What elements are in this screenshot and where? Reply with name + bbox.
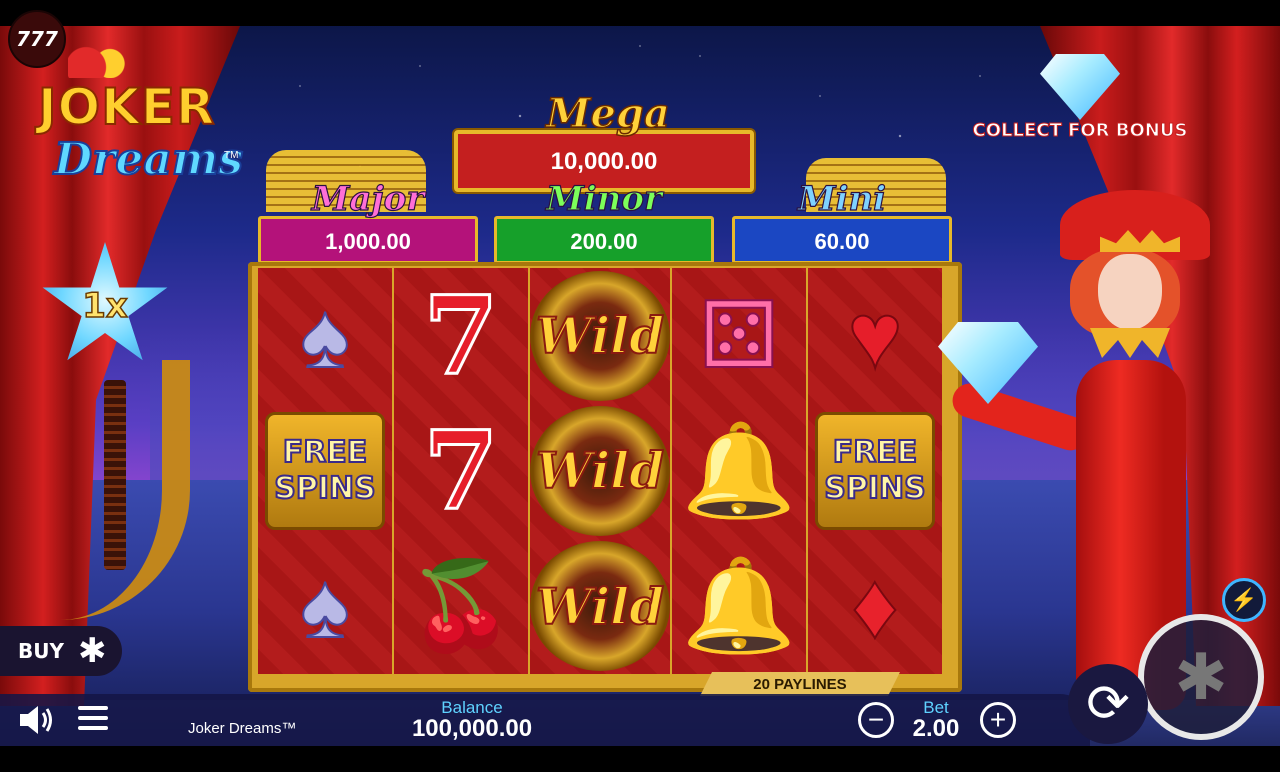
wild-text: Wild (535, 576, 665, 637)
multiplier-value: 1x (81, 285, 128, 327)
sound-icon[interactable] (16, 700, 56, 740)
game-name-label: Joker Dreams™ (188, 720, 297, 737)
jackpot-mega-value: 10,000.00 (550, 148, 658, 175)
reel-grid: ♠ FREE SPINS ♠ 7 7 🍒 Wild Wild Wild ⚄ 🔔 🔔 ♥ FREE SPINS ♦ (258, 268, 942, 674)
bell-icon: 🔔 (681, 419, 798, 522)
bottom-letterbox (0, 746, 1280, 772)
reel-cell: FREE SPINS (808, 403, 942, 538)
free-spins-text-1: FREE (832, 434, 919, 471)
lightning-icon: ⚡ (1230, 587, 1258, 612)
seven-icon: 7 (422, 407, 500, 534)
reel-cell: 7 (394, 403, 528, 538)
jester-face (1098, 254, 1162, 330)
cherry-icon: 🍒 (407, 558, 515, 655)
reel-cell: Wild (530, 539, 670, 674)
jackpot-mini-title: Mini (797, 178, 887, 219)
jester-collar (1090, 328, 1170, 358)
reel-cell: Wild (530, 403, 670, 538)
jackpot-major: Major 1,000.00 (258, 178, 478, 264)
multiplier-star: 1x (40, 242, 170, 372)
provider-badge: 777 (8, 10, 66, 68)
spin-button[interactable]: ✱ (1138, 614, 1264, 740)
free-spins-text-1: FREE (282, 434, 369, 471)
bet-value: 2.00 (912, 715, 960, 742)
bet-decrease-button[interactable]: − (858, 702, 894, 738)
reel-2: 7 7 🍒 (394, 268, 530, 674)
wild-text: Wild (535, 305, 665, 366)
jester-hat-icon (68, 42, 128, 78)
wild-symbol: Wild (530, 270, 670, 401)
reel-3: Wild Wild Wild (530, 268, 672, 674)
spade-icon: ♠ (300, 284, 351, 387)
free-spins-symbol: FREE SPINS (815, 411, 935, 530)
balance-value: 100,000.00 (411, 715, 533, 742)
reel-cell: 🔔 (672, 539, 806, 674)
jackpot-panel: Mega 10,000.00 Major 1,000.00 Minor 200.… (246, 80, 962, 270)
reel-cell: ♥ (808, 268, 942, 403)
game-stage: 777 JOKER Dreams TM 1x BUY ✱ Mega 10,000… (0, 0, 1280, 772)
minus-icon: − (867, 704, 885, 735)
free-spins-symbol: FREE SPINS (265, 411, 385, 530)
provider-badge-text: 777 (16, 27, 58, 51)
collect-bonus-diamond[interactable] (1040, 54, 1120, 120)
wild-symbol: Wild (530, 405, 670, 536)
jackpot-mega-title: Mega (545, 89, 670, 138)
paylines-text: 20 PAYLINES (753, 675, 847, 693)
jackpot-major-value: 1,000.00 (325, 229, 411, 254)
jackpot-minor-title: Minor (545, 178, 662, 219)
menu-icon[interactable] (78, 706, 108, 732)
asterisk-icon: ✱ (77, 632, 107, 670)
wild-symbol: Wild (530, 541, 670, 672)
collect-for-bonus-label: COLLECT FOR BONUS (972, 120, 1188, 142)
spade-icon: ♠ (300, 555, 351, 658)
bet-increase-button[interactable]: + (980, 702, 1016, 738)
bell-icon: 🔔 (681, 555, 798, 658)
reel-cell: 🍒 (394, 539, 528, 674)
free-spins-text-2: SPINS (823, 470, 926, 507)
autoplay-button[interactable]: ⟳ (1068, 664, 1148, 744)
logo-line-joker: JOKER (37, 77, 216, 137)
reel-cell: ♠ (258, 539, 392, 674)
turbo-button[interactable]: ⚡ (1222, 578, 1266, 622)
heart-icon: ♥ (847, 284, 904, 387)
reel-cell: 🔔 (672, 403, 806, 538)
spin-icon: ✱ (1174, 641, 1228, 713)
logo-line-dreams: Dreams (53, 133, 244, 186)
wild-text: Wild (535, 440, 665, 501)
plus-icon: + (989, 704, 1007, 735)
reel-cell: FREE SPINS (258, 403, 392, 538)
reel-5: ♥ FREE SPINS ♦ (808, 268, 942, 674)
seven-icon: 7 (422, 272, 500, 399)
jackpot-mini-value: 60.00 (814, 229, 870, 254)
reel-cell: ⚄ (672, 268, 806, 403)
reel-1: ♠ FREE SPINS ♠ (258, 268, 394, 674)
free-spins-text-2: SPINS (273, 470, 376, 507)
buy-label: BUY (18, 639, 64, 663)
jackpot-minor: Minor 200.00 (494, 178, 714, 264)
reel-cell: 7 (394, 268, 528, 403)
reel-cell: ♠ (258, 268, 392, 403)
refresh-icon: ⟳ (1086, 675, 1130, 733)
jackpot-major-title: Major (311, 178, 425, 219)
game-logo: JOKER Dreams TM (28, 42, 244, 220)
multiplier-meter-track (104, 380, 126, 570)
jackpot-minor-value: 200.00 (570, 229, 638, 254)
reel-4: ⚄ 🔔 🔔 (672, 268, 808, 674)
diamond-icon: ♦ (851, 555, 900, 658)
reel-cell: Wild (530, 268, 670, 403)
buy-feature-button[interactable]: BUY ✱ (0, 626, 122, 676)
dice-icon: ⚄ (698, 284, 780, 387)
logo-trademark: TM (224, 150, 239, 161)
paylines-banner: 20 PAYLINES (700, 672, 900, 696)
diamond-icon (1040, 54, 1120, 120)
jackpot-mini: Mini 60.00 (732, 178, 952, 264)
reel-cell: ♦ (808, 539, 942, 674)
top-letterbox (0, 0, 1280, 26)
